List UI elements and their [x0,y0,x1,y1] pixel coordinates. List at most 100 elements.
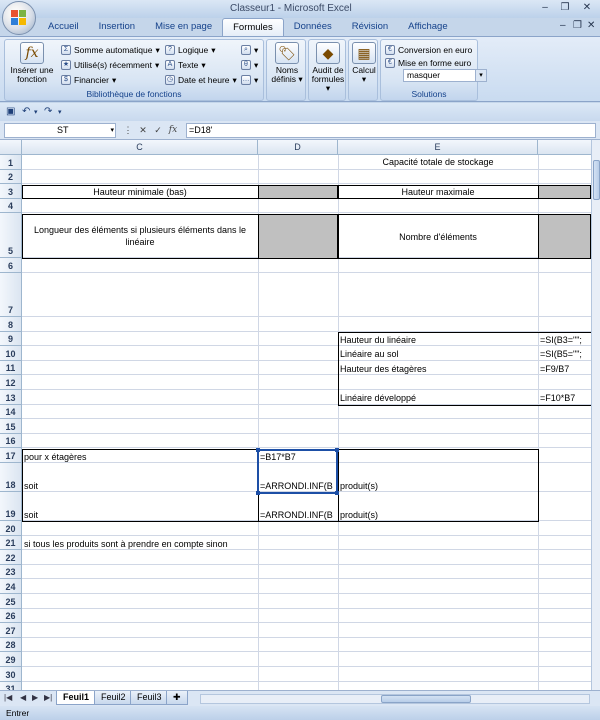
sheet-tab-feuil2[interactable]: Feuil2 [94,691,133,705]
cancel-icon[interactable]: ✕ [137,124,149,137]
cell-c3[interactable]: Hauteur minimale (bas) [22,187,258,198]
row-header[interactable]: 6 [0,258,22,273]
cell-d18[interactable]: =ARRONDI.INF(B [258,481,338,492]
horizontal-scrollbar[interactable] [200,694,590,704]
insert-function-button[interactable]: fx Insérer une fonction [7,42,57,84]
row-header[interactable]: 22 [0,550,22,565]
cell-e13[interactable]: Linéaire développé [338,393,538,404]
sheet-tab-feuil3[interactable]: Feuil3 [130,691,169,705]
formula-audit-button[interactable]: ◆ Audit de formules ▾ [310,42,346,93]
last-sheet-icon[interactable]: ▶| [44,693,52,702]
restore-button[interactable]: ❐ [558,2,572,14]
cell-f11[interactable]: =F9/B7 [538,364,591,375]
euro-display-select[interactable]: masquer ▾ [403,69,487,82]
row-header[interactable]: 27 [0,623,22,638]
cell-c21[interactable]: si tous les produits sont à prendre en c… [22,539,322,550]
cell-d19[interactable]: =ARRONDI.INF(B [258,510,338,521]
row-header[interactable]: 3 [0,184,22,199]
vertical-scrollbar[interactable] [591,140,600,690]
row-header[interactable]: 23 [0,564,22,580]
row-header[interactable]: 31 [0,681,22,690]
cell-e11[interactable]: Hauteur des étagères [338,364,538,375]
ribbon-minimize-icon[interactable]: – [560,20,566,31]
recent-button[interactable]: ★ Utilisé(s) récemment ▾ [61,59,159,71]
tab-revision[interactable]: Révision [342,18,398,36]
row-header[interactable]: 1 [0,155,22,170]
row-header[interactable]: 20 [0,521,22,536]
undo-icon[interactable]: ↶ [22,106,30,117]
row-header[interactable]: 14 [0,404,22,420]
minimize-button[interactable]: – [538,2,552,14]
column-header-e[interactable]: E [338,140,538,155]
input-cell-d5[interactable] [258,214,338,259]
first-sheet-icon[interactable]: |◀ [4,693,12,702]
input-cell-f5[interactable] [538,214,591,259]
calculation-button[interactable]: ▦ Calcul ▾ [350,42,378,84]
row-header[interactable]: 29 [0,652,22,667]
financial-button[interactable]: $ Financier ▾ [61,74,116,86]
autosum-button[interactable]: Σ Somme automatique ▾ [61,44,160,56]
splitter-icon[interactable]: ⋮ [122,124,134,137]
name-box[interactable]: ST ▾ [4,123,116,138]
row-header[interactable]: 11 [0,360,22,376]
scrollbar-thumb[interactable] [381,695,471,703]
tab-donnees[interactable]: Données [284,18,342,36]
ribbon-restore-icon[interactable]: ❐ [573,20,582,31]
row-header[interactable]: 9 [0,331,22,347]
defined-names-button[interactable]: 🏷 Noms définis ▾ [269,42,305,84]
math-button[interactable]: θ ▾ [241,59,258,71]
input-cell-d3[interactable] [258,185,338,199]
customize-qat-icon[interactable]: ▾ [58,108,62,116]
logical-button[interactable]: ? Logique ▾ [165,44,216,56]
row-header[interactable]: 17 [0,448,22,463]
cell-e5[interactable]: Nombre d'éléments [338,232,538,243]
row-header[interactable]: 19 [0,492,22,521]
ribbon-close-icon[interactable]: ✕ [587,20,595,31]
euro-conversion-button[interactable]: € Conversion en euro [385,44,472,56]
cell-e1[interactable]: Capacité totale de stockage [338,157,538,168]
cell-c19[interactable]: soit [22,510,258,521]
save-icon[interactable]: ▣ [6,106,15,117]
formula-input[interactable]: =D18' [186,123,596,138]
column-header-d[interactable]: D [258,140,338,155]
sheet-tab-feuil1[interactable]: Feuil1 [56,691,97,705]
cell-f10[interactable]: =SI(B5=""; [538,349,591,360]
office-button[interactable] [2,1,36,35]
column-header-f[interactable] [538,140,591,155]
row-header[interactable]: 10 [0,346,22,361]
next-sheet-icon[interactable]: ▶ [32,693,38,702]
cell-f13[interactable]: =F10*B7 [538,393,591,404]
select-all-corner[interactable] [0,140,22,155]
tab-mise-en-page[interactable]: Mise en page [145,18,222,36]
more-functions-button[interactable]: … ▾ [241,74,258,86]
close-button[interactable]: ✕ [580,2,594,14]
row-header[interactable]: 16 [0,433,22,449]
redo-icon[interactable]: ↷ [44,106,52,117]
fx-icon[interactable]: fx [167,124,179,137]
row-header[interactable]: 15 [0,419,22,434]
row-header[interactable]: 26 [0,608,22,624]
input-cell-f3[interactable] [538,185,591,199]
row-header[interactable]: 21 [0,535,22,551]
enter-icon[interactable]: ✓ [152,124,164,137]
row-header[interactable]: 18 [0,463,22,492]
spreadsheet-grid[interactable]: C D E 1 2 3 4 5 6 7 8 9 10 11 12 13 14 15 16 17 18 19 20 21 2… [0,140,591,690]
tab-affichage[interactable]: Affichage [398,18,457,36]
cell-e3[interactable]: Hauteur maximale [338,187,538,198]
insert-sheet-icon[interactable]: ✚ [166,691,188,705]
cell-d17[interactable]: =B17*B7 [258,452,338,463]
tab-accueil[interactable]: Accueil [38,18,89,36]
undo-dropdown-icon[interactable]: ▾ [34,108,38,116]
tab-formules[interactable]: Formules [222,18,284,36]
row-header[interactable]: 5 [0,213,22,259]
row-header[interactable]: 7 [0,273,22,317]
prev-sheet-icon[interactable]: ◀ [20,693,26,702]
row-header[interactable]: 28 [0,637,22,653]
tab-insertion[interactable]: Insertion [89,18,145,36]
cell-f9[interactable]: =SI(B3=""; [538,335,591,346]
lookup-button[interactable]: ⌕ ▾ [241,44,258,56]
row-header[interactable]: 25 [0,594,22,609]
row-header[interactable]: 30 [0,667,22,682]
cell-e10[interactable]: Linéaire au sol [338,349,538,360]
row-header[interactable]: 4 [0,198,22,214]
